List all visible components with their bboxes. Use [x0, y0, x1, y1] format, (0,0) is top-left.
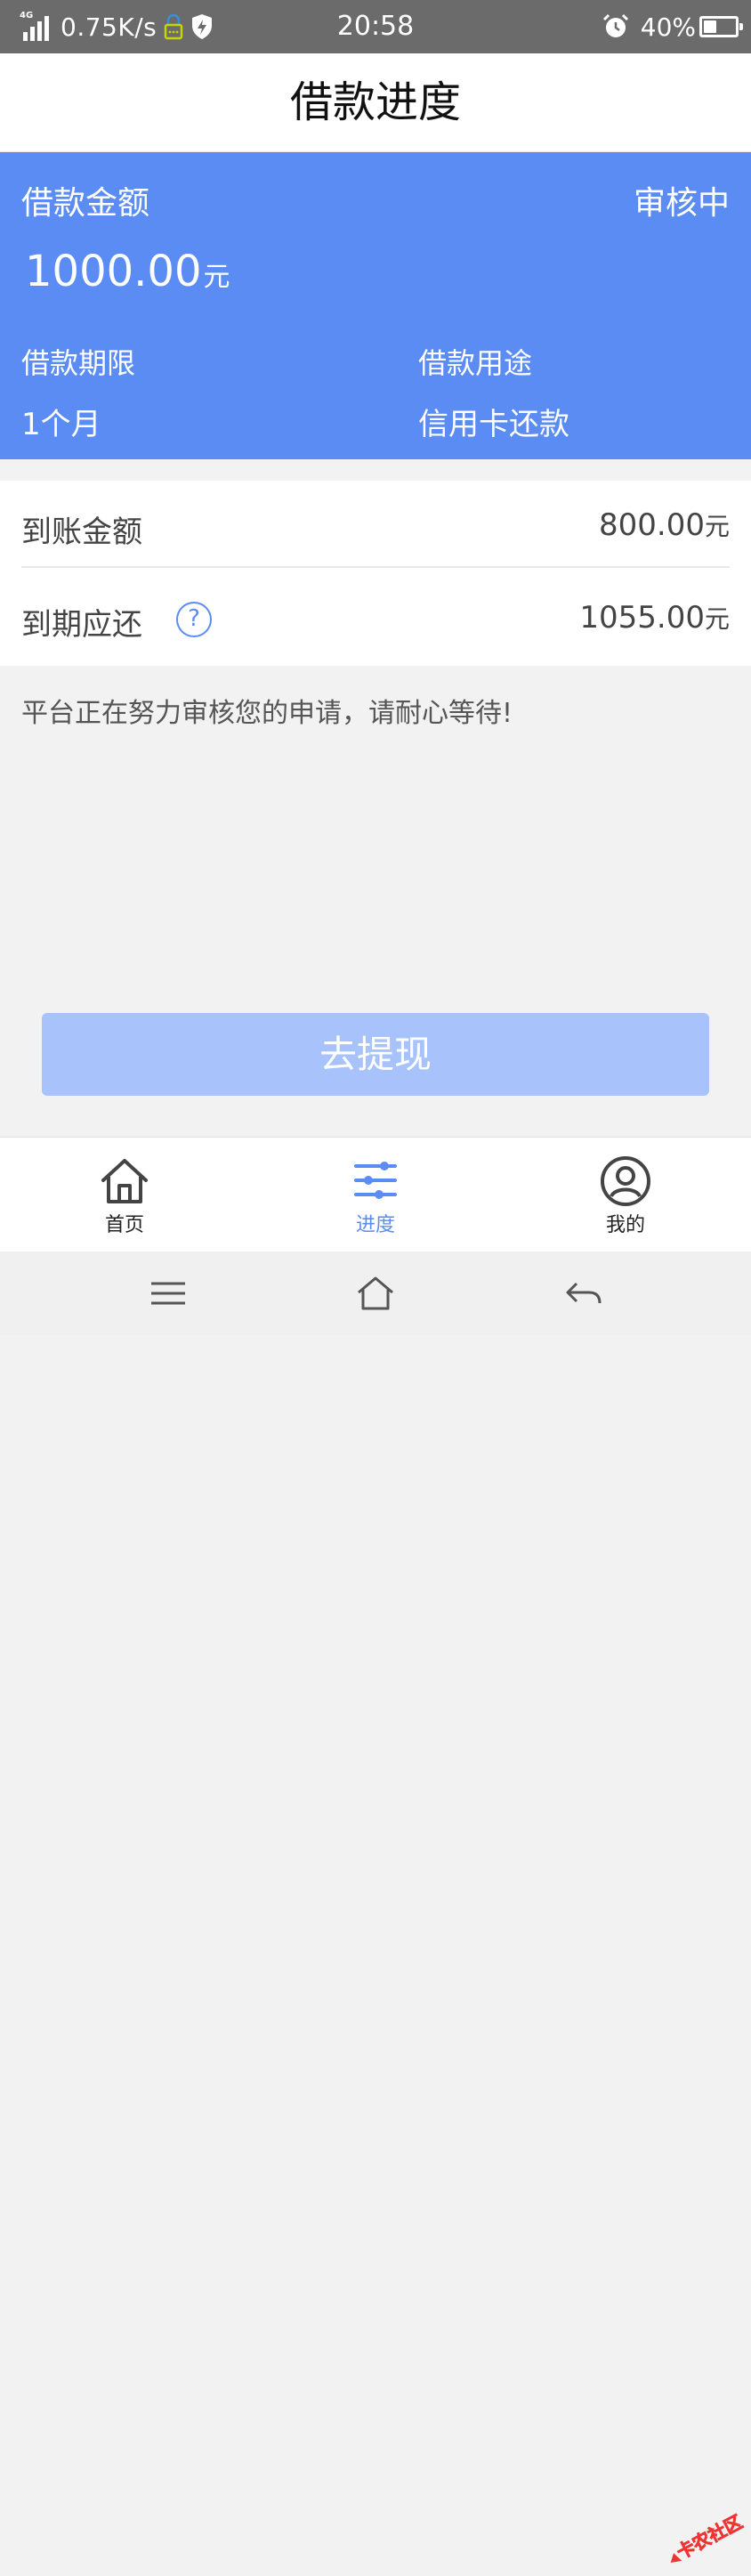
received-amount-label: 到账金额: [21, 514, 142, 550]
nav-item-progress[interactable]: 进度: [287, 1138, 464, 1252]
nav-item-mine[interactable]: 我的: [537, 1138, 715, 1252]
due-amount-unit: 元: [704, 604, 730, 634]
received-amount-unit: 元: [704, 512, 730, 541]
nav-item-home[interactable]: 首页: [36, 1138, 214, 1252]
amount-details: 到账金额 800.00元 到期应还 ? 1055.00元: [0, 481, 751, 666]
review-notice: 平台正在努力审核您的申请，请耐心等待!: [21, 698, 513, 729]
help-icon[interactable]: ?: [176, 602, 212, 637]
loan-purpose-label: 借款用途: [418, 346, 533, 380]
page-title: 借款进度: [0, 53, 751, 152]
loan-amount-label: 借款金额: [21, 185, 150, 222]
bottom-nav: 首页 进度 我的: [0, 1137, 751, 1252]
loan-amount: 1000.00元: [25, 247, 230, 296]
loan-purpose-value: 信用卡还款: [418, 407, 569, 442]
sliders-icon: [354, 1162, 397, 1199]
watermark-logo: 卡农社区: [670, 2510, 746, 2564]
system-nav-bar: 卡农社区: [0, 1252, 751, 2564]
received-amount: 800.00元: [599, 507, 730, 543]
due-amount-value: 1055.00: [579, 600, 705, 636]
loan-amount-value: 1000.00: [25, 247, 202, 296]
loan-amount-unit: 元: [203, 262, 230, 293]
home-icon[interactable]: [353, 1273, 398, 1314]
received-amount-row: 到账金额 800.00元: [21, 481, 730, 568]
received-amount-value: 800.00: [599, 507, 705, 543]
nav-label-home: 首页: [104, 1214, 144, 1236]
battery-icon: [699, 16, 743, 37]
nav-label-mine: 我的: [605, 1214, 645, 1236]
home-icon: [101, 1159, 148, 1203]
user-icon: [601, 1156, 650, 1206]
svg-text:卡农社区: 卡农社区: [673, 2511, 746, 2564]
loan-term-value: 1个月: [21, 407, 101, 442]
menu-icon[interactable]: [146, 1273, 190, 1314]
alarm-icon: [602, 13, 628, 37]
due-amount-row: 到期应还 ? 1055.00元: [21, 573, 730, 660]
loan-term-label: 借款期限: [21, 346, 136, 380]
nav-label-progress: 进度: [355, 1214, 395, 1236]
due-amount-label: 到期应还: [21, 607, 142, 643]
withdraw-button[interactable]: 去提现: [42, 1013, 709, 1096]
status-bar: 4G 0.75K/s 20:58 40%: [0, 0, 751, 53]
battery-percent: 40%: [640, 12, 696, 42]
loan-summary-card: 借款金额 审核中 1000.00元 借款期限 1个月 借款用途 信用卡还款: [0, 152, 751, 459]
due-amount: 1055.00元: [579, 600, 730, 636]
back-icon[interactable]: [562, 1273, 607, 1314]
status-badge: 审核中: [633, 185, 730, 222]
